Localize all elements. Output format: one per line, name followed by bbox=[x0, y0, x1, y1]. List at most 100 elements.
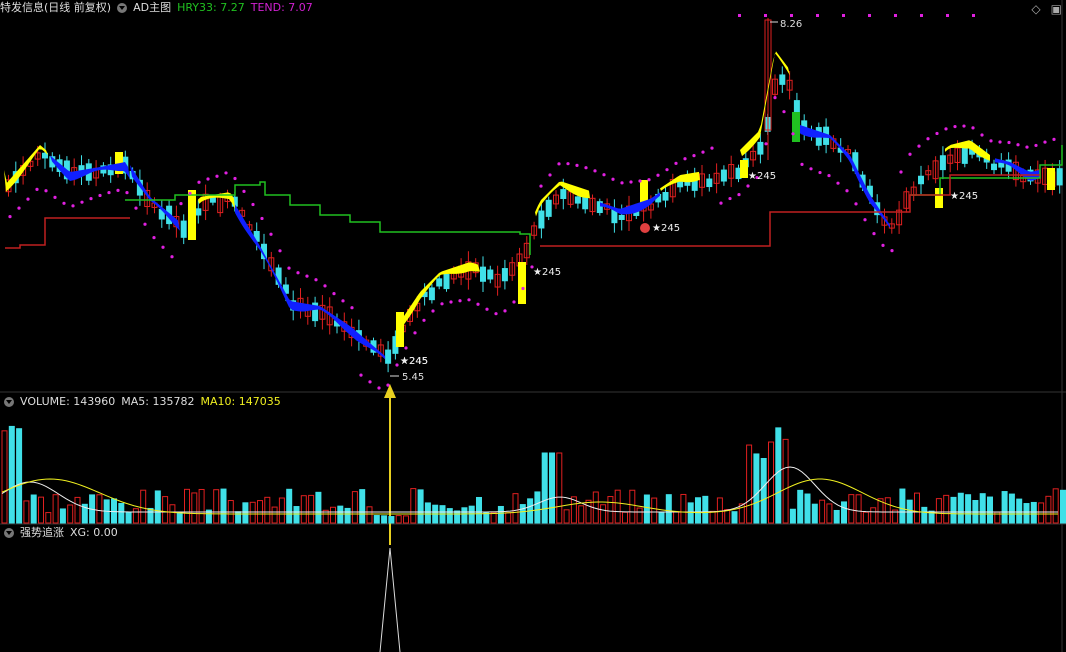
stock-chart[interactable]: 8.265.45★245★245★245★245★245★245 bbox=[0, 0, 1066, 652]
volume-bar bbox=[315, 491, 322, 524]
sar-dot bbox=[341, 299, 345, 303]
volume-bar bbox=[519, 504, 526, 524]
candle bbox=[706, 178, 713, 188]
volume-bar bbox=[30, 494, 37, 524]
volume-bar bbox=[330, 506, 336, 524]
volume-bar bbox=[505, 512, 512, 524]
sar-dot bbox=[233, 176, 237, 181]
sar-dot bbox=[62, 201, 66, 205]
candle bbox=[618, 214, 625, 220]
sar-dot bbox=[1016, 143, 1020, 147]
sar-dot bbox=[422, 318, 426, 322]
sar-dot bbox=[440, 302, 444, 306]
sar-dot bbox=[890, 248, 894, 253]
sar-dot bbox=[269, 232, 273, 236]
sar-dot bbox=[215, 174, 219, 178]
sar-dot bbox=[296, 271, 300, 275]
sar-dot bbox=[809, 167, 813, 171]
volume-bar bbox=[826, 503, 833, 524]
window-controls: ◇ ▣ bbox=[1031, 2, 1062, 16]
sar-dot bbox=[791, 132, 795, 136]
volume-bar bbox=[96, 494, 103, 524]
sar-dot bbox=[521, 286, 525, 291]
sar-dot bbox=[944, 127, 948, 131]
sar-dot bbox=[920, 14, 923, 17]
sar-dot bbox=[827, 173, 831, 178]
volume-bar bbox=[841, 501, 847, 524]
yellow-candle bbox=[188, 190, 196, 240]
window-icon[interactable]: ▣ bbox=[1051, 2, 1062, 16]
indicator-name[interactable]: AD主图 bbox=[133, 0, 171, 16]
sar-dot bbox=[881, 243, 885, 247]
sar-dot bbox=[908, 152, 912, 156]
volume-bar bbox=[914, 492, 920, 524]
candle bbox=[961, 147, 968, 164]
volume-bar bbox=[403, 515, 409, 524]
volume-bar bbox=[746, 444, 753, 524]
volume-bar bbox=[264, 496, 271, 524]
sar-dot bbox=[305, 274, 309, 278]
sar-dot bbox=[738, 14, 741, 17]
star-label: ★245 bbox=[950, 191, 978, 202]
chevron-down-icon[interactable] bbox=[4, 397, 14, 407]
volume-bar bbox=[132, 508, 139, 524]
sar-dot bbox=[485, 307, 489, 311]
volume-bar bbox=[45, 512, 52, 524]
volume-bar bbox=[541, 452, 548, 524]
signal-header: 强势追涨 XG: 0.00 bbox=[4, 525, 118, 541]
candle bbox=[443, 273, 450, 290]
candle bbox=[195, 208, 202, 216]
volume-bar bbox=[1008, 493, 1015, 524]
volume-bar bbox=[468, 505, 475, 524]
volume-bar bbox=[476, 496, 482, 524]
volume-bar bbox=[410, 488, 417, 524]
volume-bar bbox=[534, 491, 541, 524]
sar-dot bbox=[816, 14, 819, 17]
sar-dot bbox=[323, 284, 327, 288]
sar-dot bbox=[458, 299, 462, 303]
volume-bar bbox=[789, 508, 796, 524]
sar-dot bbox=[972, 14, 975, 17]
sar-dot bbox=[971, 126, 975, 130]
yellow-candle bbox=[396, 312, 404, 347]
volume-bar bbox=[23, 500, 30, 524]
volume-bar bbox=[395, 515, 402, 524]
sar-dot bbox=[359, 373, 363, 377]
sar-dot bbox=[854, 202, 858, 206]
hry-line bbox=[125, 181, 531, 255]
volume-bar bbox=[950, 496, 957, 524]
yellow-candle bbox=[740, 160, 748, 178]
volume-bar bbox=[461, 507, 468, 524]
candle bbox=[209, 197, 216, 203]
candle bbox=[918, 175, 924, 185]
volume-bar bbox=[198, 488, 205, 524]
pin-icon[interactable]: ◇ bbox=[1031, 2, 1040, 16]
chevron-down-icon[interactable] bbox=[117, 3, 128, 13]
volume-bar bbox=[753, 453, 760, 524]
volume-bar bbox=[38, 496, 44, 524]
sar-dot bbox=[566, 162, 570, 166]
sar-dot bbox=[179, 202, 183, 206]
sar-dot bbox=[350, 306, 354, 310]
volume-bar bbox=[804, 493, 811, 524]
volume-bar bbox=[162, 496, 169, 524]
candle bbox=[560, 189, 567, 200]
candle bbox=[545, 199, 552, 217]
volume-bar bbox=[855, 494, 862, 524]
sar-dot bbox=[575, 163, 579, 167]
chevron-down-icon[interactable] bbox=[4, 528, 14, 538]
volume-bar bbox=[454, 510, 461, 524]
volume-bar bbox=[549, 452, 555, 524]
volume-bar bbox=[921, 506, 928, 524]
volume-bar bbox=[563, 509, 570, 524]
volume-bar bbox=[665, 494, 672, 524]
volume-bar bbox=[191, 492, 198, 524]
volume-bar bbox=[760, 457, 767, 524]
sar-dot bbox=[368, 380, 372, 384]
sar-dot bbox=[683, 157, 687, 161]
sar-dot bbox=[719, 201, 723, 205]
volume-bar bbox=[147, 507, 154, 524]
sar-dot bbox=[548, 173, 552, 177]
sar-dot bbox=[836, 181, 840, 185]
candle bbox=[385, 349, 392, 364]
